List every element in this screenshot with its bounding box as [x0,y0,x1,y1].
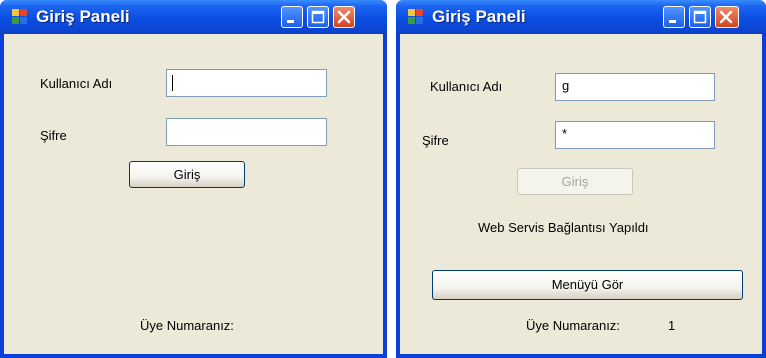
username-label: Kullanıcı Adı [40,76,113,91]
password-input[interactable]: * [555,121,715,149]
title-bar[interactable]: Giriş Paneli [396,0,766,34]
window-title: Giriş Paneli [432,7,526,26]
password-input[interactable] [166,118,327,146]
form-icon [408,9,424,25]
maximize-button[interactable] [307,6,329,28]
minimize-button[interactable] [281,6,303,28]
window-client-area: Kullanıcı Adı Şifre Giriş Üye Numaranız: [4,34,383,354]
window-title: Giriş Paneli [36,7,130,26]
member-number-label: Üye Numaranız: [140,318,234,333]
close-icon [337,10,351,24]
member-number-label: Üye Numaranız: [526,318,620,333]
member-number-value: 1 [668,318,676,333]
username-input[interactable]: g [555,73,715,101]
text-caret [172,75,173,91]
maximize-button[interactable] [689,6,711,28]
close-icon [719,10,733,24]
minimize-button[interactable] [663,6,685,28]
view-menu-button[interactable]: Menüyü Gör [432,270,743,300]
form-icon [12,9,28,25]
minimize-icon [669,20,676,23]
login-button[interactable]: Giriş [517,168,633,195]
connection-status-text: Web Servis Bağlantısı Yapıldı [478,220,649,235]
title-bar[interactable]: Giriş Paneli [0,0,387,34]
maximize-icon [693,10,707,24]
password-value: * [562,126,568,141]
login-window-connected: Giriş Paneli Kullanıcı Adı g Şifre * Gir… [396,0,766,358]
login-button[interactable]: Giriş [129,161,245,188]
username-label: Kullanıcı Adı [430,79,503,94]
minimize-icon [287,20,294,23]
close-button[interactable] [715,6,739,28]
window-client-area: Kullanıcı Adı g Şifre * Giriş Web Servis… [400,34,762,354]
password-label: Şifre [40,128,67,143]
close-button[interactable] [333,6,355,28]
username-value: g [562,78,570,93]
login-window-empty: Giriş Paneli Kullanıcı Adı Şifre Giriş Ü… [0,0,387,358]
password-label: Şifre [422,133,449,148]
maximize-icon [311,10,325,24]
username-input[interactable] [166,69,327,97]
